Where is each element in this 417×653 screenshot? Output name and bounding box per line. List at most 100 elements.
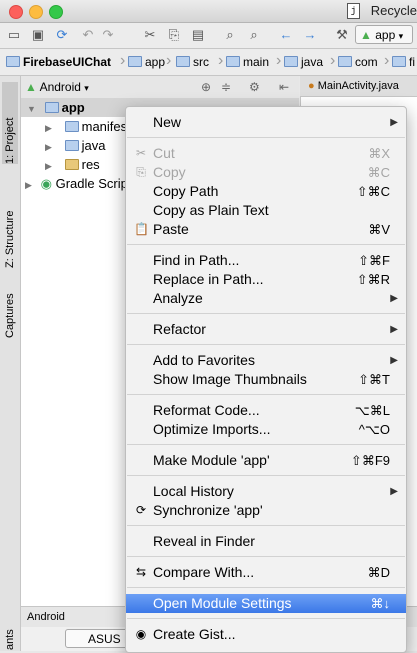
menu-item-synchronize-app[interactable]: ⟳ Synchronize 'app' [126, 501, 406, 520]
breadcrumb-separator: › [330, 52, 336, 69]
breadcrumb-item-com[interactable]: com [338, 54, 378, 70]
breadcrumb-item-java[interactable]: java [284, 54, 323, 70]
menu-item-reformat-code[interactable]: Reformat Code... ⌥⌘L [126, 401, 406, 420]
gear-icon[interactable]: ⚙ [249, 79, 260, 95]
menu-item-label: Local History [153, 483, 234, 499]
menu-item-label: Compare With... [153, 564, 255, 580]
menu-item-label: Reveal in Finder [153, 533, 255, 549]
synchronize-app-icon: ⟳ [135, 503, 147, 517]
breadcrumb-item-project[interactable]: FirebaseUIChat [6, 54, 111, 70]
chevron-down-icon: ▾ [84, 83, 89, 93]
menu-item-create-gist[interactable]: ◉ Create Gist... [126, 625, 406, 644]
tree-item-label: app [61, 100, 85, 115]
breadcrumb-separator: › [218, 52, 224, 69]
menu-item-shortcut: ⇧⌘F9 [350, 453, 390, 468]
menu-item-find-in-path[interactable]: Find in Path... ⇧⌘F [126, 251, 406, 270]
tree-item-java[interactable]: ▶ java [21, 136, 105, 155]
submenu-arrow-icon: ▶ [390, 355, 398, 366]
menu-item-cut[interactable]: ✂ Cut ⌘X [126, 144, 406, 163]
menu-item-copy-as-plain-text[interactable]: Copy as Plain Text [126, 201, 406, 220]
menu-item-paste[interactable]: 📋 Paste ⌘V [126, 220, 406, 239]
android-icon: ▲ [25, 80, 37, 94]
copy-icon: ⎘ [136, 165, 146, 179]
save-icon[interactable]: ▣ [30, 27, 46, 43]
menu-item-reveal-in-finder[interactable]: Reveal in Finder [126, 532, 406, 551]
copy-icon[interactable]: ⎘ [166, 27, 182, 43]
paste-icon[interactable]: ▤ [190, 27, 206, 43]
menu-item-shortcut: ⌘X [368, 146, 390, 161]
folder-icon [176, 56, 190, 67]
menu-item-label: Open Module Settings [153, 595, 292, 611]
undo-icon[interactable]: ↶ [80, 27, 96, 43]
tab-build-variants[interactable]: ants [2, 624, 18, 650]
close-window-button[interactable] [9, 5, 23, 19]
folder-icon [392, 56, 406, 67]
menu-item-shortcut: ^⌥O [358, 422, 390, 437]
module-folder-icon [44, 102, 59, 113]
breadcrumb-item-src[interactable]: src [176, 54, 209, 70]
menu-item-shortcut: ⇧⌘C [356, 184, 390, 199]
breadcrumb-item-fi[interactable]: fi [392, 54, 415, 70]
menu-item-analyze[interactable]: Analyze ▶ [126, 289, 406, 308]
menu-item-copy[interactable]: ⎘ Copy ⌘C [126, 163, 406, 182]
redo-icon[interactable]: ↷ [100, 27, 116, 43]
menu-item-add-to-favorites[interactable]: Add to Favorites ▶ [126, 351, 406, 370]
menu-separator [127, 618, 405, 619]
zoom-window-button[interactable] [49, 5, 63, 19]
gradle-icon: ◉ [40, 176, 52, 191]
breadcrumb-separator: › [166, 52, 172, 69]
tab-captures[interactable]: Captures [2, 276, 18, 338]
menu-separator [127, 394, 405, 395]
forward-icon[interactable]: → [302, 27, 318, 43]
menu-item-make-module-app[interactable]: Make Module 'app' ⇧⌘F9 [126, 451, 406, 470]
menu-item-label: Make Module 'app' [153, 452, 270, 468]
menu-separator [127, 244, 405, 245]
back-icon[interactable]: ← [278, 27, 294, 43]
project-panel-header: ▲ Android ▾ ⊕ ≑ ⚙ ⇤ [21, 76, 299, 99]
menu-separator [127, 556, 405, 557]
tree-item-gradle-scripts[interactable]: ▶ ◉ Gradle Scripts [21, 174, 138, 193]
scroll-from-source-icon[interactable]: ⊕ [201, 79, 211, 95]
menu-item-compare-with[interactable]: ⇆ Compare With... ⌘D [126, 563, 406, 582]
tab-project[interactable]: 1: Project [2, 82, 18, 164]
breadcrumb-item-main[interactable]: main [226, 54, 269, 70]
menu-item-label: Find in Path... [153, 252, 240, 268]
find-icon[interactable]: ⌕ [222, 27, 238, 43]
menu-item-replace-in-path[interactable]: Replace in Path... ⇧⌘R [126, 270, 406, 289]
sync-icon[interactable]: ⟳ [54, 27, 70, 43]
menu-item-show-image-thumbnails[interactable]: Show Image Thumbnails ⇧⌘T [126, 370, 406, 389]
minimize-window-button[interactable] [29, 5, 43, 19]
folder-icon [6, 56, 20, 67]
breadcrumb-separator: › [120, 52, 126, 69]
editor-tab-main-activity[interactable]: ● MainActivity.java [300, 76, 417, 97]
collapse-all-icon[interactable]: ≑ [221, 79, 231, 95]
build-icon[interactable]: ⚒ [334, 27, 350, 43]
replace-icon[interactable]: ⌕ [246, 27, 262, 43]
menu-item-label: Synchronize 'app' [153, 502, 263, 518]
menu-item-refactor[interactable]: Refactor ▶ [126, 320, 406, 339]
open-folder-icon[interactable]: ▭ [6, 27, 22, 43]
menu-item-shortcut: ⌥⌘L [354, 403, 390, 418]
run-configuration-select[interactable]: ▲ app ▾ [355, 25, 413, 44]
menu-item-label: Create Gist... [153, 626, 236, 642]
menu-separator [127, 137, 405, 138]
tab-structure[interactable]: Z: Structure [2, 180, 18, 268]
menu-item-copy-path[interactable]: Copy Path ⇧⌘C [126, 182, 406, 201]
menu-item-shortcut: ⌘C [367, 165, 390, 180]
menu-item-shortcut: ⌘D [367, 565, 390, 580]
tree-item-manifests[interactable]: ▶ manifests [21, 117, 137, 136]
submenu-arrow-icon: ▶ [390, 324, 398, 335]
compare-with-icon: ⇆ [135, 565, 147, 579]
menu-item-open-module-settings[interactable]: Open Module Settings ⌘↓ [126, 594, 406, 613]
menu-item-local-history[interactable]: Local History ▶ [126, 482, 406, 501]
tree-item-res[interactable]: ▶ res [21, 155, 100, 174]
breadcrumb-item-app[interactable]: app [128, 54, 165, 70]
tree-item-label: res [81, 157, 100, 172]
menu-item-new[interactable]: New ▶ [126, 113, 406, 132]
cut-icon[interactable]: ✂ [142, 27, 158, 43]
expand-arrow-icon[interactable]: ▶ [25, 176, 35, 195]
hide-panel-icon[interactable]: ⇤ [279, 79, 289, 95]
menu-item-optimize-imports[interactable]: Optimize Imports... ^⌥O [126, 420, 406, 439]
menu-item-shortcut: ⇧⌘T [358, 372, 390, 387]
view-mode-select[interactable]: ▲ Android ▾ [25, 79, 89, 96]
